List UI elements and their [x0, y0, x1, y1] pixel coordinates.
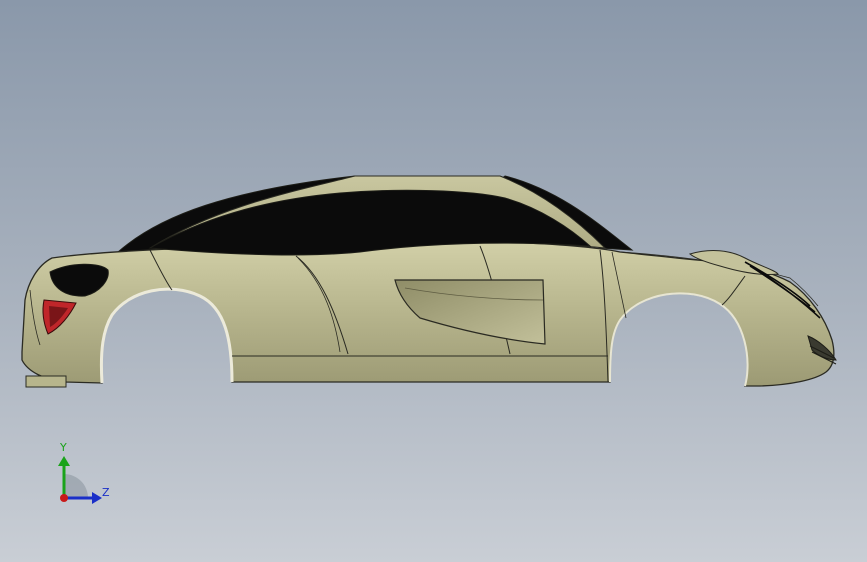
exhaust-tip	[25, 375, 67, 388]
triad-graphic	[58, 456, 102, 504]
z-axis-arrow	[92, 492, 102, 504]
y-axis-label: Y	[60, 441, 67, 454]
view-orientation-triad: Y Z	[40, 438, 130, 518]
z-axis-label: Z	[102, 486, 110, 499]
rear-wheel-arch	[99, 287, 234, 384]
graphics-viewport[interactable]: Y Z	[0, 0, 867, 562]
y-axis-arrow	[58, 456, 70, 466]
car-body-model[interactable]	[0, 0, 867, 562]
triad-xy-plane	[64, 474, 88, 498]
x-axis-dot	[60, 494, 68, 502]
